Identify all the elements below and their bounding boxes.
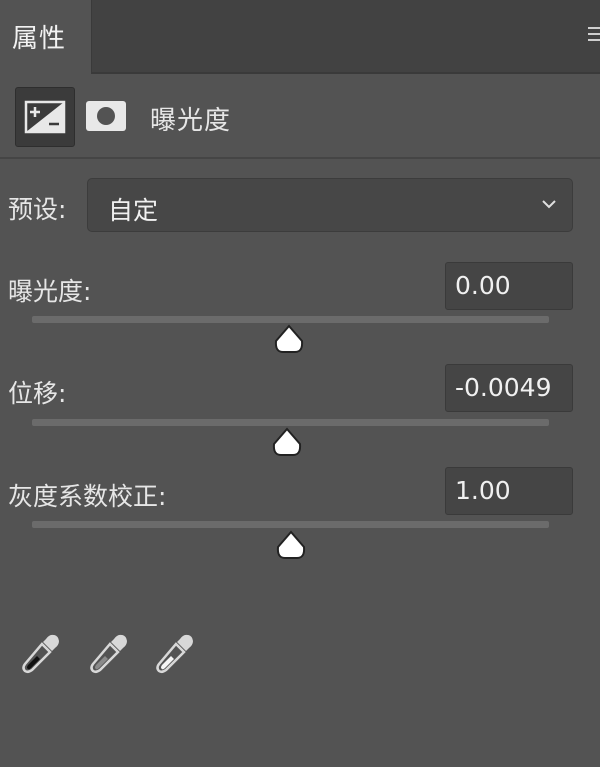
offset-slider-thumb[interactable] — [271, 427, 303, 457]
adjustment-title: 曝光度 — [150, 106, 232, 136]
layer-mask-button[interactable] — [85, 99, 127, 133]
exposure-adjustment-button[interactable] — [15, 87, 75, 147]
offset-label: 位移: — [8, 379, 67, 408]
panel-menu-icon[interactable] — [588, 27, 600, 43]
gamma-correction-slider-thumb[interactable] — [275, 530, 307, 560]
panel-tab-bar: 属性 — [0, 0, 600, 74]
exposure-slider-track[interactable] — [32, 316, 549, 323]
exposure-slider-thumb[interactable] — [273, 324, 305, 354]
exposure-value-field[interactable]: 0.00 — [445, 262, 573, 310]
black-point-eyedropper-icon[interactable] — [18, 630, 64, 676]
tab-properties[interactable]: 属性 — [0, 0, 92, 74]
white-point-eyedropper-icon[interactable] — [152, 630, 198, 676]
gamma-correction-value-field[interactable]: 1.00 — [445, 467, 573, 515]
offset-slider-track[interactable] — [32, 419, 549, 426]
properties-panel: 属性 曝光度 预设: 自定 曝光度: 0.00 位移: -0.0049 灰度系数… — [0, 0, 600, 767]
tab-bar-divider — [92, 72, 600, 74]
exposure-adjustment-icon — [24, 100, 66, 134]
tab-properties-label: 属性 — [12, 24, 67, 54]
gamma-correction-label: 灰度系数校正: — [8, 482, 167, 511]
preset-label: 预设: — [8, 195, 67, 224]
header-divider — [0, 157, 600, 159]
gray-point-eyedropper-icon[interactable] — [86, 630, 132, 676]
layer-mask-icon — [86, 101, 126, 131]
gamma-correction-slider-track[interactable] — [32, 521, 549, 528]
preset-dropdown[interactable]: 自定 — [87, 178, 573, 232]
preset-selected-value: 自定 — [108, 196, 159, 225]
chevron-down-icon — [542, 200, 556, 209]
offset-value-field[interactable]: -0.0049 — [445, 364, 573, 412]
exposure-label: 曝光度: — [8, 277, 92, 306]
